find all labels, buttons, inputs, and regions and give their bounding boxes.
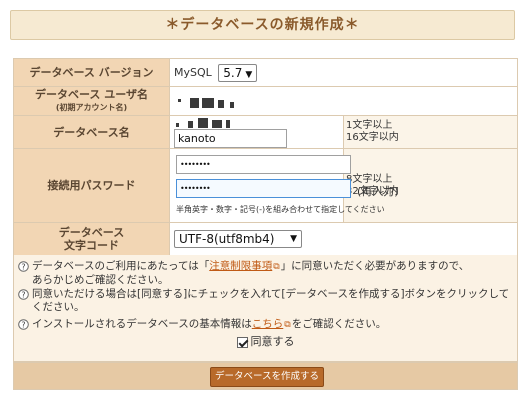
- reenter-label: (再入力): [357, 185, 399, 198]
- svg-text:?: ?: [21, 290, 25, 299]
- charset-select[interactable]: UTF-8(utf8mb4) ▼: [174, 230, 302, 248]
- page-title: ＊データベースの新規作成＊: [10, 10, 515, 40]
- svg-text:?: ?: [21, 320, 25, 329]
- charset-cell: UTF-8(utf8mb4) ▼: [169, 222, 518, 256]
- notice-line3-a: インストールされるデータベースの基本情報は: [32, 318, 252, 330]
- version-cell: MySQL 5.7 ▼: [169, 58, 518, 87]
- footer-bar: データベースを作成する: [13, 362, 518, 390]
- dbname-hint-line1: 1文字以上: [346, 120, 393, 131]
- basic-info-link[interactable]: こちら: [252, 318, 284, 330]
- chevron-down-icon: ▼: [290, 234, 297, 244]
- password-input[interactable]: ••••••••: [176, 155, 351, 174]
- version-select-value: 5.7: [223, 65, 243, 80]
- notice-line1-c: あらかじめご確認ください。: [32, 274, 169, 286]
- charset-label: データベース 文字コード: [13, 222, 170, 256]
- username-cell: [169, 86, 518, 116]
- svg-text:?: ?: [21, 262, 25, 271]
- dbname-hint: 1文字以上 16文字以内: [343, 115, 518, 149]
- password-cell: •••••••• •••••••• (再入力) 半角英字・数字・記号(-)を組み…: [169, 148, 399, 223]
- question-icon: ?: [18, 289, 29, 300]
- dbname-hint-line2: 16文字以内: [346, 132, 399, 143]
- database-form: データベース バージョン MySQL 5.7 ▼ データベース ユーザ名 (初期ア…: [13, 58, 518, 256]
- password-confirm-input[interactable]: ••••••••: [176, 179, 351, 198]
- notice-line1-b: 」に同意いただく必要がありますので、: [280, 260, 470, 272]
- charset-label-line1: データベース: [58, 226, 125, 239]
- username-label-text: データベース ユーザ名: [34, 88, 149, 101]
- dbname-prefix-masked: [174, 117, 236, 129]
- username-masked-value: [174, 96, 244, 108]
- notice-line2: 同意いただける場合は[同意する]にチェックを入れて[データベースを作成する]ボタ…: [32, 288, 510, 313]
- username-label: データベース ユーザ名 (初期アカウント名): [13, 86, 170, 116]
- password-label: 接続用パスワード: [13, 148, 170, 223]
- version-label: データベース バージョン: [13, 58, 170, 87]
- username-sub-label: (初期アカウント名): [55, 103, 128, 112]
- charset-label-line2: 文字コード: [64, 239, 119, 252]
- question-icon: ?: [18, 319, 29, 330]
- notice-line3-b: をご確認ください。: [291, 318, 387, 330]
- password-note: 半角英字・数字・記号(-)を組み合わせて指定してください: [176, 205, 385, 214]
- version-select[interactable]: 5.7 ▼: [218, 63, 258, 82]
- charset-select-value: UTF-8(utf8mb4): [179, 232, 275, 246]
- dbname-cell: kanoto: [169, 115, 344, 149]
- agree-row: 同意する: [18, 335, 513, 348]
- create-database-button[interactable]: データベースを作成する: [210, 367, 324, 387]
- notice-line1-a: データベースのご利用にあたっては「: [32, 260, 210, 272]
- dbname-input[interactable]: kanoto: [174, 129, 287, 148]
- notice-line-3: ? インストールされるデータベースの基本情報はこちら⧉をご確認ください。: [18, 318, 513, 332]
- restrictions-link[interactable]: 注意制限事項: [209, 260, 272, 272]
- external-link-icon: ⧉: [273, 262, 280, 272]
- notice-line-2: ? 同意いただける場合は[同意する]にチェックを入れて[データベースを作成する]…: [18, 288, 513, 314]
- notice-line-1: ? データベースのご利用にあたっては「注意制限事項⧉」に同意いただく必要がありま…: [18, 260, 513, 287]
- notice-box: ? データベースのご利用にあたっては「注意制限事項⧉」に同意いただく必要がありま…: [13, 255, 518, 362]
- question-icon: ?: [18, 261, 29, 272]
- agree-label[interactable]: 同意する: [251, 335, 295, 348]
- agree-checkbox[interactable]: [236, 336, 248, 348]
- external-link-icon: ⧉: [284, 320, 291, 330]
- chevron-down-icon: ▼: [245, 69, 253, 80]
- dbname-label: データベース名: [13, 115, 170, 149]
- mysql-prefix: MySQL: [174, 66, 212, 79]
